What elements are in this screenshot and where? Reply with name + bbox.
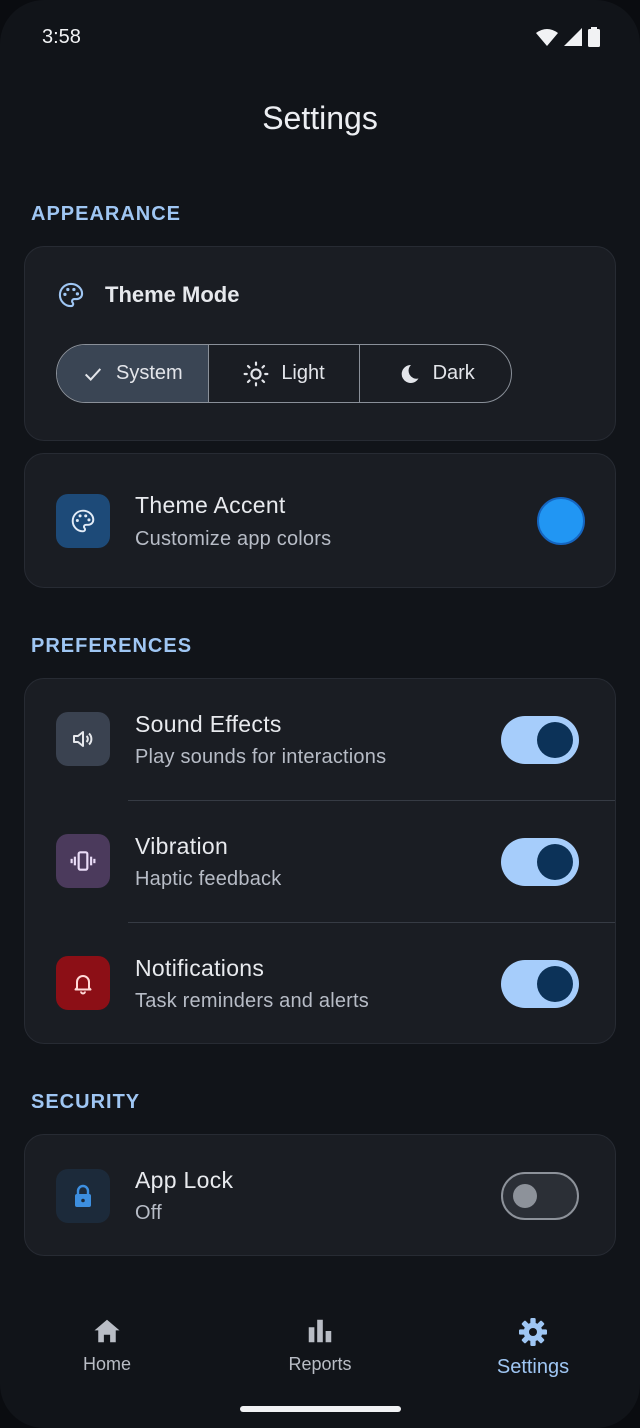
sound-effects-subtitle: Play sounds for interactions <box>135 746 387 768</box>
sun-icon <box>243 361 269 386</box>
theme-mode-header: Theme Mode <box>57 281 239 309</box>
toggle-knob <box>537 844 573 880</box>
battery-icon <box>588 27 600 47</box>
palette-icon <box>58 282 84 308</box>
nav-settings-label: Settings <box>496 1356 570 1378</box>
moon-icon <box>401 364 419 383</box>
app-lock-icon-box <box>56 1169 110 1223</box>
app-lock-subtitle: Off <box>135 1202 162 1224</box>
toggle-knob <box>537 966 573 1002</box>
theme-option-system[interactable]: System <box>57 345 209 402</box>
notifications-icon-box <box>56 956 110 1010</box>
app-lock-title: App Lock <box>135 1167 234 1193</box>
notifications-row[interactable]: Notifications Task reminders and alerts <box>25 923 617 1044</box>
lock-icon <box>75 1184 91 1207</box>
vibration-row[interactable]: Vibration Haptic feedback <box>25 801 617 922</box>
check-icon <box>84 367 102 381</box>
theme-option-label: System <box>115 362 183 384</box>
vibration-toggle[interactable] <box>501 838 579 886</box>
bell-icon <box>74 975 92 995</box>
theme-option-dark[interactable]: Dark <box>360 345 511 402</box>
home-indicator <box>240 1406 401 1412</box>
gear-icon <box>519 1318 547 1346</box>
nav-home-label: Home <box>82 1354 131 1374</box>
bar-chart-icon <box>308 1319 332 1343</box>
accent-color-swatch[interactable] <box>537 497 585 545</box>
vibration-icon <box>70 851 96 871</box>
wifi-icon <box>536 29 558 46</box>
section-appearance-label: APPEARANCE <box>31 203 182 225</box>
notifications-toggle[interactable] <box>501 960 579 1008</box>
vibration-subtitle: Haptic feedback <box>135 868 282 890</box>
theme-mode-segmented-control: System Light Dark <box>56 344 512 403</box>
palette-icon <box>71 509 95 533</box>
security-card: App Lock Off <box>24 1134 616 1256</box>
theme-accent-icon-box <box>56 494 110 548</box>
status-time: 3:58 <box>42 26 81 48</box>
status-icons <box>536 27 600 47</box>
home-icon <box>94 1319 120 1343</box>
page-title: Settings <box>262 100 378 136</box>
theme-option-label: Light <box>281 362 325 384</box>
signal-icon <box>564 28 582 46</box>
bottom-navigation: Home Reports Settings <box>0 1300 640 1400</box>
preferences-card: Sound Effects Play sounds for interactio… <box>24 678 616 1044</box>
section-preferences-label: PREFERENCES <box>31 635 193 657</box>
theme-accent-card[interactable]: Theme Accent Customize app colors <box>24 453 616 588</box>
sound-effects-row[interactable]: Sound Effects Play sounds for interactio… <box>25 679 617 800</box>
theme-option-label: Dark <box>432 362 475 384</box>
theme-accent-title: Theme Accent <box>135 492 286 518</box>
theme-mode-title: Theme Mode <box>105 282 240 307</box>
sound-effects-title: Sound Effects <box>135 711 282 737</box>
nav-reports[interactable]: Reports <box>250 1316 390 1375</box>
theme-mode-card: Theme Mode System Light Dark <box>24 246 616 441</box>
toggle-knob <box>513 1184 537 1208</box>
nav-settings[interactable]: Settings <box>463 1316 603 1379</box>
app-lock-row[interactable]: App Lock Off <box>25 1135 617 1256</box>
theme-accent-subtitle: Customize app colors <box>135 528 332 550</box>
sound-icon-box <box>56 712 110 766</box>
toggle-knob <box>537 722 573 758</box>
notifications-title: Notifications <box>135 955 265 981</box>
vibration-title: Vibration <box>135 833 229 859</box>
section-security-label: SECURITY <box>31 1091 141 1113</box>
nav-reports-label: Reports <box>288 1354 352 1374</box>
nav-home[interactable]: Home <box>37 1316 177 1375</box>
phone-screen: 3:58 Settings APPEARANCE Theme Mode Syst… <box>0 0 640 1428</box>
notifications-subtitle: Task reminders and alerts <box>135 990 369 1012</box>
volume-icon <box>73 731 93 747</box>
vibration-icon-box <box>56 834 110 888</box>
app-lock-toggle[interactable] <box>501 1172 579 1220</box>
theme-option-light[interactable]: Light <box>209 345 361 402</box>
sound-effects-toggle[interactable] <box>501 716 579 764</box>
